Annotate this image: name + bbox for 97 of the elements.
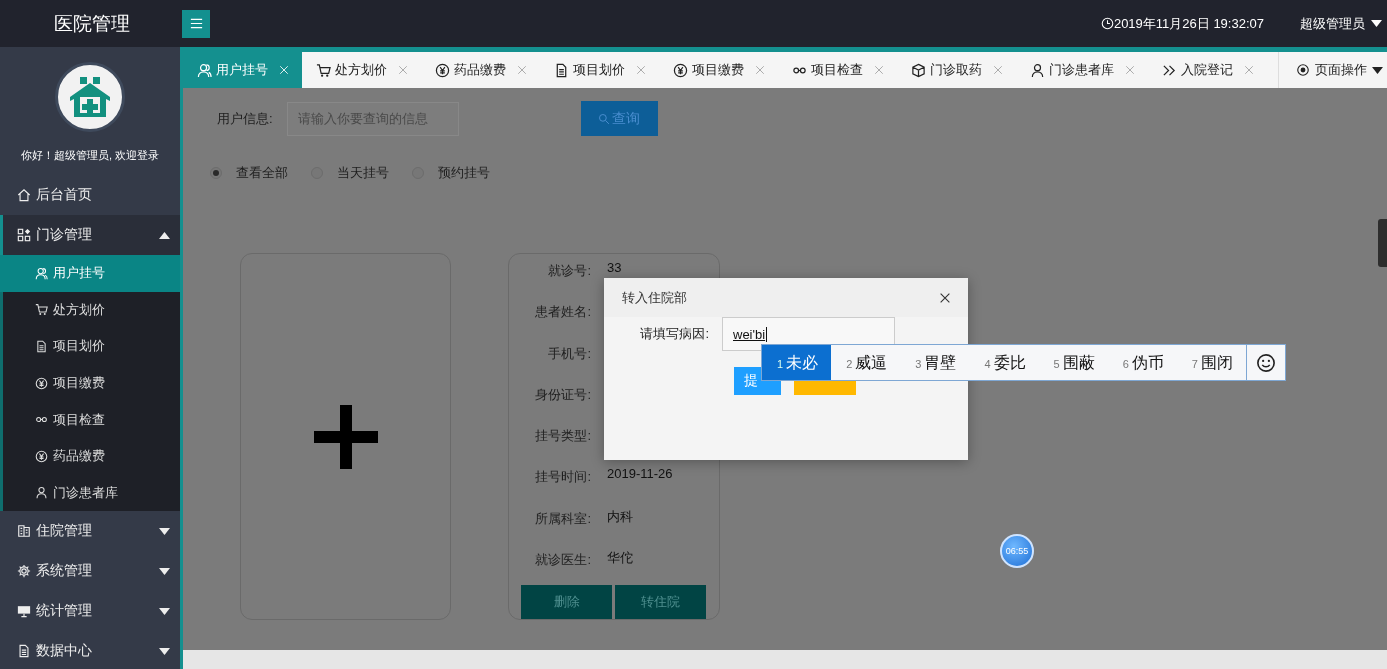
smiley-icon [1255, 352, 1276, 373]
menu-button[interactable] [182, 9, 210, 38]
field-value: 华佗 [607, 549, 633, 568]
field-label: 就诊医生: [534, 551, 591, 570]
close-icon [1243, 64, 1255, 76]
radio-button[interactable] [210, 167, 222, 179]
yen-icon [35, 376, 48, 390]
ime-candidate[interactable]: 1 未必 [762, 345, 832, 380]
close-icon [516, 64, 528, 76]
home-icon [17, 188, 31, 202]
radio-label: 当天挂号 [337, 164, 389, 182]
dialog-title: 转入住院部 [622, 288, 687, 307]
field-label: 挂号类型: [534, 427, 591, 446]
cart-icon [35, 303, 48, 317]
document-icon [35, 340, 48, 353]
tab[interactable]: 项目划价 [540, 52, 659, 88]
field-label: 请填写病因: [639, 325, 709, 343]
welcome-text: 你好！超级管理员, 欢迎登录 [19, 148, 161, 163]
ime-candidate[interactable]: 5 围蔽 [1038, 345, 1108, 380]
search-icon [598, 112, 611, 125]
field-label: 就诊号: [547, 262, 591, 280]
sidebar-subitem[interactable]: 项目划价 [3, 328, 180, 365]
yen-icon [673, 62, 688, 78]
sidebar-subitem[interactable]: 用户挂号 [0, 255, 180, 292]
field-label: 身份证号: [534, 385, 591, 404]
tab[interactable]: 入院登记 [1148, 52, 1267, 88]
close-icon [635, 64, 647, 76]
clock-icon [1100, 17, 1114, 30]
grid-icon [17, 228, 31, 242]
page-actions-menu[interactable]: 页面操作 [1278, 52, 1387, 88]
tab[interactable]: 处方划价 [302, 52, 421, 88]
close-icon [278, 64, 290, 76]
yen-icon [435, 62, 450, 78]
field-value: 内科 [607, 507, 633, 526]
user-icon [35, 486, 48, 500]
yen-icon [35, 449, 48, 463]
users-icon [197, 62, 212, 78]
monitor-icon [17, 604, 31, 619]
radio-dot-icon [1296, 63, 1310, 77]
caret-icon [1372, 66, 1383, 74]
field-value: 2019-11-26 [607, 466, 673, 482]
app-title: 医院管理 [52, 11, 131, 36]
search-label: 用户信息: [217, 109, 273, 128]
field-label: 患者姓名: [534, 303, 591, 322]
radio-label: 查看全部 [236, 164, 288, 182]
caret-icon [159, 527, 170, 535]
tab[interactable]: 用户挂号 [183, 52, 302, 88]
settings-icon [17, 564, 31, 579]
tab[interactable]: 项目检查 [778, 52, 897, 88]
sidebar-item[interactable]: 后台首页 [0, 175, 180, 215]
sidebar-item[interactable]: 门诊管理 [0, 215, 180, 255]
document-icon [17, 644, 31, 659]
tab[interactable]: 门诊取药 [897, 52, 1016, 88]
timer-badge: 06:55 [1000, 534, 1034, 568]
close-icon [754, 64, 766, 76]
cube-icon [911, 62, 926, 78]
close-icon [1124, 64, 1136, 76]
ime-candidate[interactable]: 4 委比 [969, 345, 1039, 380]
sidebar-item[interactable]: 数据中心 [0, 631, 180, 669]
caret-icon [159, 231, 170, 239]
sidebar-item[interactable]: 统计管理 [0, 591, 180, 632]
menu-icon [188, 16, 204, 31]
caret-icon [1371, 20, 1382, 27]
ime-candidate[interactable]: 6 伪币 [1107, 345, 1177, 380]
field-label: 手机号: [547, 344, 591, 363]
cart-icon [316, 62, 331, 78]
users-icon [35, 266, 48, 280]
tab[interactable]: 门诊患者库 [1016, 52, 1148, 88]
plus-icon [313, 404, 378, 469]
sidebar-subitem[interactable]: 项目检查 [3, 401, 180, 438]
caret-icon [159, 647, 170, 655]
sidebar-subitem[interactable]: 门诊患者库 [3, 474, 180, 512]
close-icon [397, 64, 409, 76]
building-icon [17, 524, 31, 539]
radio-label: 预约挂号 [438, 164, 490, 182]
document-icon [554, 62, 569, 78]
user-icon [1030, 62, 1045, 78]
tab[interactable]: 药品缴费 [421, 52, 540, 88]
ime-candidate[interactable]: 7 围闭 [1176, 345, 1246, 380]
ime-candidate[interactable]: 3 胃壁 [900, 345, 970, 380]
scroll-handle[interactable] [1378, 219, 1387, 267]
user-menu[interactable]: 超级管理员 [1300, 14, 1382, 33]
sidebar-subitem[interactable]: 药品缴费 [3, 437, 180, 475]
field-label: 所属科室: [534, 509, 591, 528]
tab[interactable]: 项目缴费 [659, 52, 778, 88]
caret-icon [159, 607, 170, 615]
close-icon [873, 64, 885, 76]
sidebar-item[interactable]: 住院管理 [0, 511, 180, 552]
caret-icon [159, 567, 170, 575]
field-label: 挂号时间: [534, 468, 591, 487]
field-value: 33 [607, 260, 622, 275]
sidebar-subitem[interactable]: 项目缴费 [3, 364, 180, 402]
sidebar-subitem[interactable]: 处方划价 [3, 291, 180, 329]
close-icon [992, 64, 1004, 76]
sidebar-item[interactable]: 系统管理 [0, 551, 180, 592]
hospital-logo-icon [68, 77, 112, 117]
datetime: 2019年11月26日 19:32:07 [1113, 14, 1264, 33]
